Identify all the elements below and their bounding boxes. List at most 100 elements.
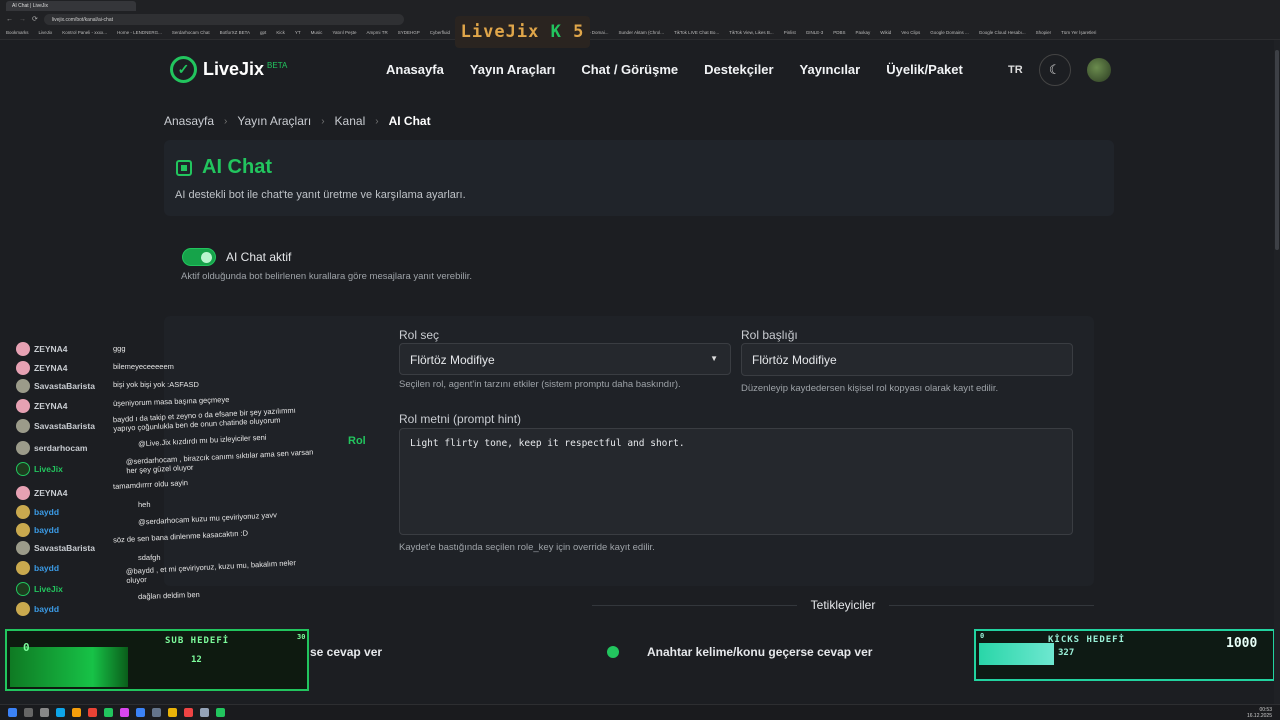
chat-message: @Live.Jix kızdırdı mı bu izleyiciler sen… (137, 432, 267, 449)
bookmark-item[interactable]: Kontrol Paneli - xxxx... (62, 30, 107, 35)
bookmark-item[interactable]: TikTok View, Likes B... (729, 30, 774, 35)
nav-link-yayin-araclari[interactable]: Yayın Araçları (470, 62, 556, 77)
nav-link-uyelik-paket[interactable]: Üyelik/Paket (886, 62, 963, 77)
bookmark-item[interactable]: Ampmi TR (367, 30, 388, 35)
bookmark-item[interactable]: Kick (276, 30, 285, 35)
chat-username: SavastaBarista (16, 541, 95, 555)
role-select[interactable]: Flörtöz Modifiye ▼ (399, 343, 731, 375)
bookmark-item[interactable]: BotforXZ BETA (220, 30, 250, 35)
bookmark-item[interactable]: GINLE-3 (806, 30, 824, 35)
chat-username-text: baydd (34, 604, 60, 614)
browser-tab[interactable]: AI Chat | LiveJix (6, 1, 136, 11)
overlay-logo-k: K (550, 22, 562, 42)
edge-icon[interactable] (56, 708, 65, 717)
breadcrumb-item[interactable]: Kanal (335, 114, 366, 128)
scrollbar-thumb[interactable] (1275, 50, 1279, 250)
bookmark-item[interactable]: PDBS (833, 30, 845, 35)
bookmark-item[interactable]: Yatırıl Peşte (332, 30, 356, 35)
kicks-goal-progress-bar (979, 643, 1055, 665)
nav-link-chat-gorusme[interactable]: Chat / Görüşme (581, 62, 678, 77)
system-clock[interactable]: 00:53 16.12.2025 (1247, 707, 1272, 719)
avatar (16, 419, 30, 433)
language-switcher[interactable]: TR (1008, 64, 1023, 76)
url-input[interactable]: livejix.com/bot/kanal/ai-chat (43, 13, 404, 25)
chat-message: baydd ı da takip et zeyno o da efsane bi… (112, 405, 296, 434)
app-icon[interactable] (104, 708, 113, 717)
bookmark-item[interactable]: Music (311, 30, 323, 35)
windows-start-icon[interactable] (8, 708, 17, 717)
app-icon[interactable] (184, 708, 193, 717)
bookmark-item[interactable]: Home - LENDNERG... (117, 30, 162, 35)
page-scrollbar[interactable] (1274, 40, 1280, 704)
kicks-goal-current: 327 (1058, 648, 1075, 658)
moon-icon[interactable]: ☾ (1038, 54, 1071, 86)
chat-username-text: baydd (34, 525, 60, 535)
chat-username: ZEYNA4 (16, 342, 68, 356)
caret-down-icon: ▼ (710, 354, 718, 363)
sub-goal-target: 30 (297, 633, 306, 641)
sub-goal-start: 0 (23, 641, 30, 654)
reload-icon[interactable]: ⟳ (32, 15, 38, 23)
role-title-help: Düzenleyip kaydedersen kişisel rol kopya… (741, 383, 999, 394)
chat-username: SavastaBarista (16, 419, 95, 433)
bookmark-item[interactable]: Serdarhocam Chat (172, 30, 210, 35)
bookmark-item[interactable]: TikTok LIVE Chat Bo... (674, 30, 719, 35)
bookmark-item[interactable]: Tüm Yer İşaretleri (1061, 30, 1096, 35)
bookmark-item[interactable]: LiveJix (39, 30, 53, 35)
avatar (16, 505, 30, 519)
breadcrumb-item[interactable]: Anasayfa (164, 114, 214, 128)
bookmark-item[interactable]: Shopier (1036, 30, 1052, 35)
back-icon[interactable]: ← (6, 16, 13, 23)
search-icon[interactable] (24, 708, 33, 717)
ai-chat-toggle[interactable] (182, 248, 216, 266)
bookmark-item[interactable]: Pinlist (784, 30, 796, 35)
kicks-goal-target: 1000 (1226, 636, 1258, 651)
bookmark-item[interactable]: YT (295, 30, 301, 35)
app-icon[interactable] (168, 708, 177, 717)
bookmark-item[interactable]: Bookmarks (6, 30, 29, 35)
bookmark-item[interactable]: Google Domains ... (930, 30, 969, 35)
site-header: ✓ LiveJix BETA Anasayfa Yayın Araçları C… (0, 40, 1280, 102)
bookmark-item[interactable]: SYDEHGP (398, 30, 420, 35)
file-explorer-icon[interactable] (72, 708, 81, 717)
nav-link-destekciler[interactable]: Destekçiler (704, 62, 773, 77)
radio-selected-icon[interactable] (607, 646, 619, 658)
nav-link-anasayfa[interactable]: Anasayfa (386, 62, 444, 77)
chevron-right-icon: › (321, 115, 325, 127)
avatar[interactable] (1086, 58, 1111, 82)
breadcrumb-item[interactable]: Yayın Araçları (237, 114, 311, 128)
avatar (16, 342, 30, 356)
clock-date: 16.12.2025 (1246, 712, 1272, 719)
app-icon[interactable] (200, 708, 209, 717)
role-text-textarea[interactable]: Light flirty tone, keep it respectful an… (399, 428, 1073, 535)
bookmark-item[interactable]: Google Cloud Hesabı... (979, 30, 1026, 35)
trigger-option[interactable]: Anahtar kelime/konu geçerse cevap ver (607, 645, 872, 659)
overlay-logo-text: LiveJix (460, 22, 540, 42)
task-view-icon[interactable] (40, 708, 49, 717)
role-title-input[interactable]: Flörtöz Modifiye (741, 343, 1073, 376)
bookmark-item[interactable]: gpt (260, 30, 266, 35)
bookmark-item[interactable]: Paxkay (855, 30, 870, 35)
app-icon[interactable] (120, 708, 129, 717)
role-select-value: Flörtöz Modifiye (410, 353, 495, 367)
nav-link-yayincilar[interactable]: Yayıncılar (800, 62, 861, 77)
chat-message: üşeniyorum masa başına geçmeye (112, 394, 230, 409)
brand-logo[interactable]: ✓ LiveJix BETA (170, 56, 287, 83)
bookmark-item[interactable]: Wikid (880, 30, 891, 35)
app-icon[interactable] (152, 708, 161, 717)
chrome-icon[interactable] (88, 708, 97, 717)
trigger-option[interactable]: se cevap ver (310, 645, 382, 659)
bookmark-item[interactable]: Sunder Aktam (Chrol... (619, 30, 665, 35)
vscode-icon[interactable] (136, 708, 145, 717)
forward-icon[interactable]: → (19, 16, 26, 23)
chat-username: LiveJix (16, 582, 63, 596)
bookmark-item[interactable]: Cyberfluid (430, 30, 450, 35)
role-text-help: Kaydet'e bastığında seçilen role_key içi… (399, 542, 655, 553)
role-select-label: Rol seç (399, 328, 440, 342)
toggle-label: AI Chat aktif (226, 250, 292, 264)
bookmark-item[interactable]: Veo Clips (901, 30, 920, 35)
beta-badge: BETA (267, 61, 288, 70)
app-icon[interactable] (216, 708, 225, 717)
chip-icon (176, 159, 192, 176)
brand-name: LiveJix (203, 59, 265, 79)
